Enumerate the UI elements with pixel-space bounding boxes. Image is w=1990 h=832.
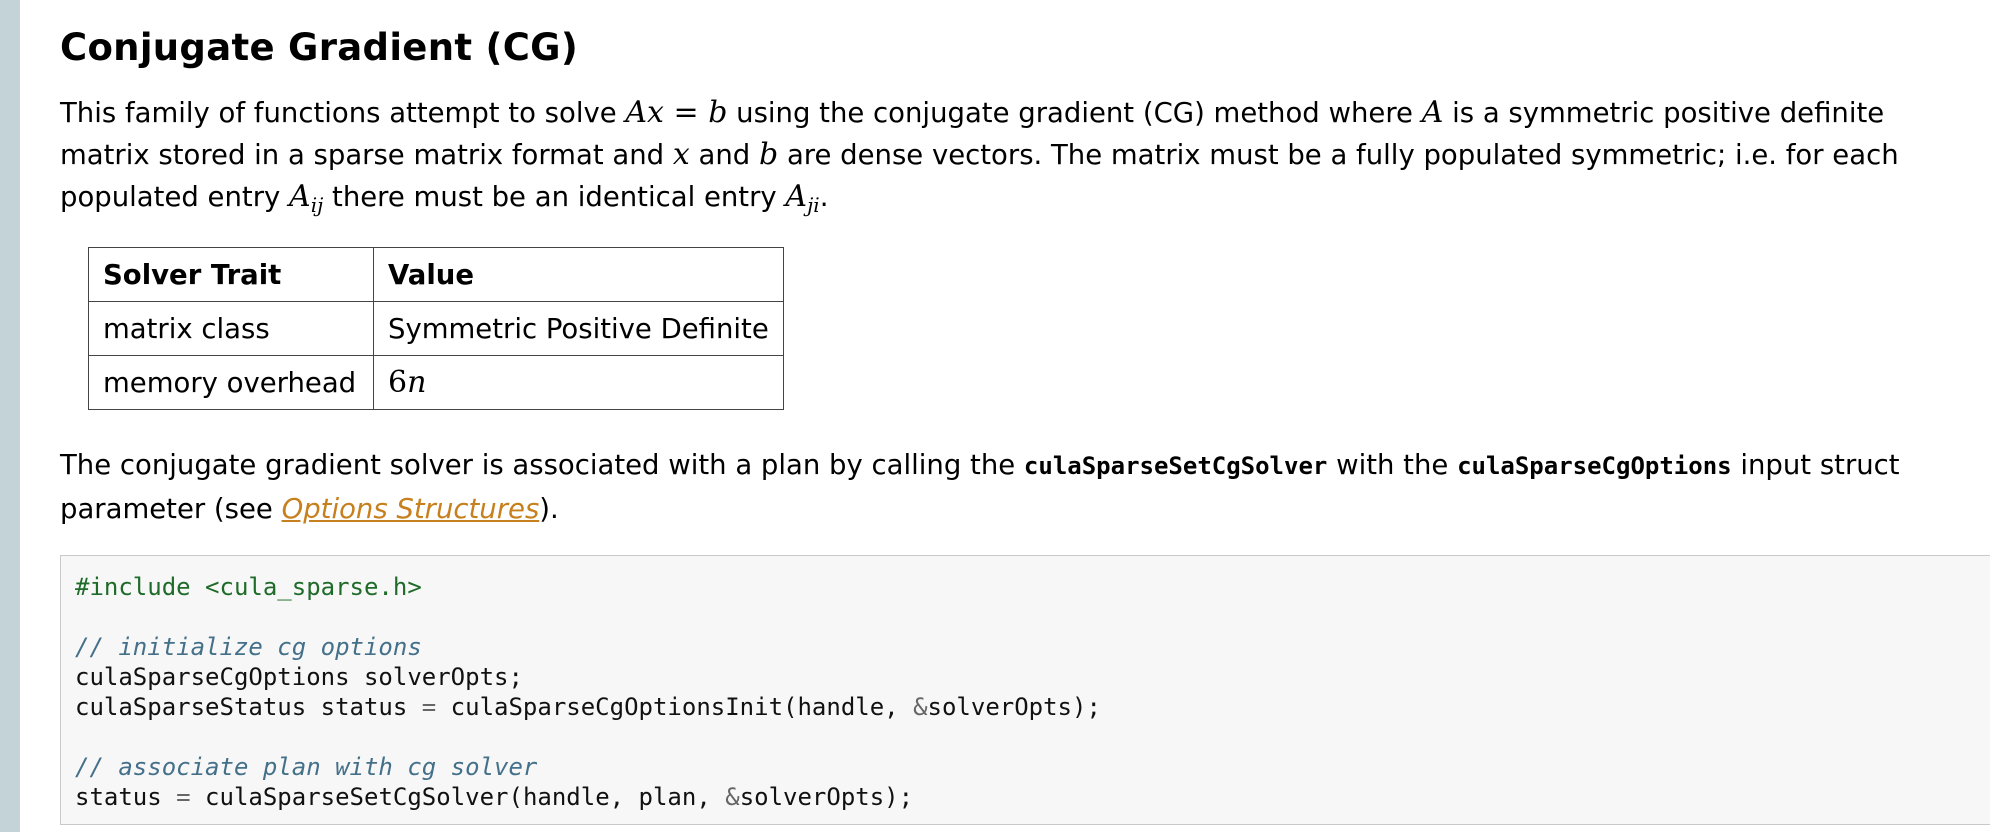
code-token: solverOpts); — [927, 693, 1101, 721]
inline-code-set-solver: culaSparseSetCgSolver — [1023, 452, 1328, 480]
code-operator: = — [176, 783, 191, 811]
code-line: status = culaSparseSetCgSolver(handle, p… — [75, 782, 1990, 812]
entry-aij: Aij — [289, 179, 324, 217]
aij-base: A — [289, 179, 311, 214]
intro-text-2: using the conjugate gradient (CG) method… — [727, 97, 1422, 129]
intro-paragraph: This family of functions attempt to solv… — [60, 92, 1980, 226]
overhead-number: 6 — [388, 365, 408, 400]
left-margin-bar — [0, 0, 20, 832]
page-title: Conjugate Gradient (CG) — [60, 26, 579, 69]
table-cell-value: 6n — [373, 355, 784, 410]
intro-text-7: . — [819, 181, 829, 213]
solver-paragraph: The conjugate gradient solver is associa… — [60, 444, 1980, 531]
var-a: A — [1421, 95, 1444, 130]
code-listing: #include <cula_sparse.h> // initialize cg… — [61, 556, 1990, 812]
table-header-row: Solver Trait Value — [88, 247, 784, 302]
code-token: culaSparseCgOptionsInit(handle, — [436, 693, 914, 721]
code-operator: & — [725, 783, 740, 811]
code-operator: & — [913, 693, 928, 721]
inline-code-options: culaSparseCgOptions — [1457, 452, 1732, 480]
code-operator: = — [421, 693, 437, 721]
code-token: culaSparseSetCgSolver(handle, plan, — [190, 783, 726, 811]
aji-subscript: ji — [807, 193, 820, 217]
entry-aji: Aji — [785, 179, 820, 217]
options-structures-link[interactable]: Options Structures — [282, 493, 540, 525]
table-row: matrix class Symmetric Positive Definite — [88, 301, 784, 356]
code-include-line: #include <cula_sparse.h> — [75, 573, 422, 601]
overhead-variable: n — [407, 365, 427, 400]
var-x: x — [672, 137, 690, 172]
table-cell-trait: memory overhead — [88, 355, 374, 410]
solver-text-1: The conjugate gradient solver is associa… — [60, 449, 1024, 481]
intro-text-4: and — [689, 139, 759, 171]
solver-text-4: ). — [539, 493, 559, 525]
solver-traits-table: Solver Trait Value matrix class Symmetri… — [88, 247, 784, 410]
aij-subscript: ij — [310, 193, 324, 217]
code-token: status — [75, 783, 177, 811]
equation-rhs: b — [708, 95, 728, 130]
code-line: culaSparseCgOptions solverOpts; — [75, 663, 523, 691]
table-header-trait: Solver Trait — [88, 247, 374, 302]
var-b: b — [759, 137, 779, 172]
intro-text-6: there must be an identical entry — [323, 181, 786, 213]
aji-base: A — [785, 179, 808, 214]
code-token: solverOpts); — [739, 783, 914, 811]
equation-lhs: Ax — [625, 95, 664, 130]
equation-equals: = — [663, 95, 709, 130]
solver-text-2: with the — [1327, 449, 1458, 481]
table-cell-trait: matrix class — [88, 301, 374, 356]
code-comment: // associate plan with cg solver — [75, 753, 538, 781]
code-token: culaSparseStatus status — [75, 693, 422, 721]
code-line: culaSparseStatus status = culaSparseCgOp… — [75, 692, 1990, 722]
code-block: #include <cula_sparse.h> // initialize cg… — [60, 555, 1990, 825]
code-comment: // initialize cg options — [75, 633, 422, 661]
intro-text-1: This family of functions attempt to solv… — [60, 97, 626, 129]
table-row: memory overhead 6n — [88, 355, 784, 410]
table-cell-value: Symmetric Positive Definite — [373, 301, 784, 356]
table-header-value: Value — [373, 247, 784, 302]
